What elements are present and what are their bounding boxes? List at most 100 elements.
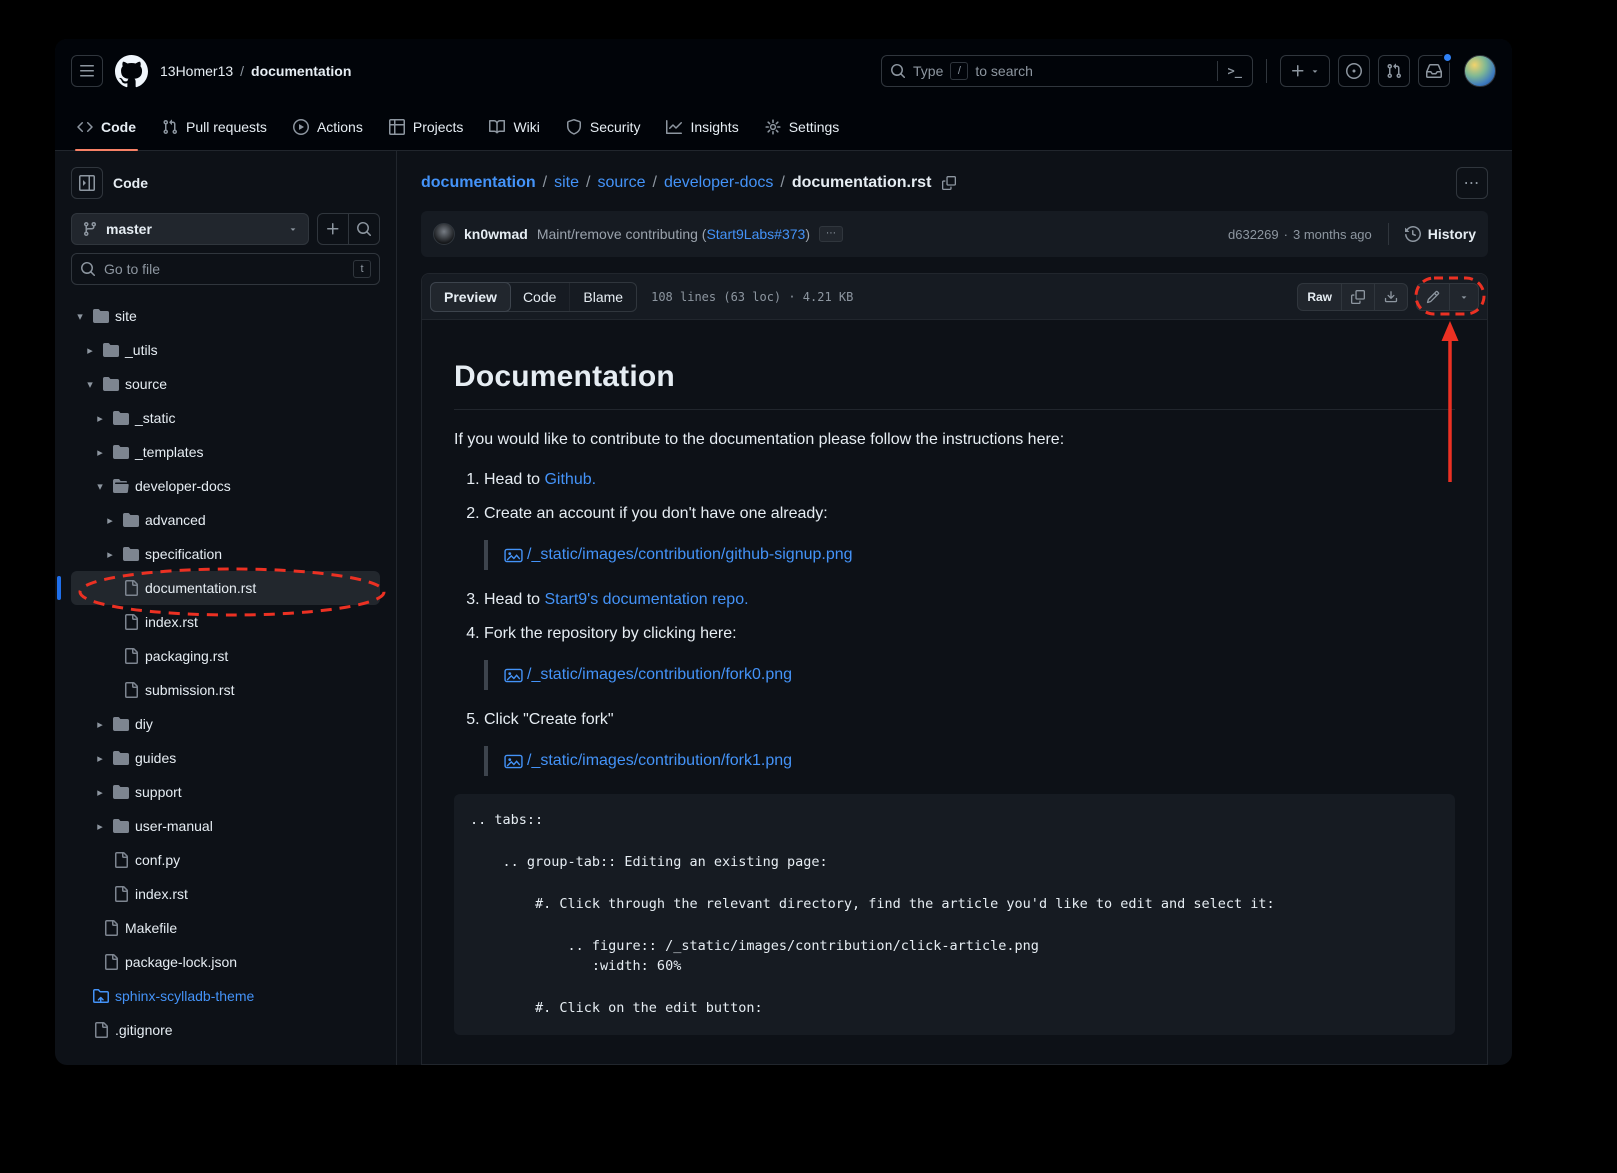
user-avatar[interactable] <box>1464 55 1496 87</box>
global-search-input[interactable]: Type / to search >_ <box>881 55 1253 87</box>
tab-actions[interactable]: Actions <box>283 103 373 150</box>
repo-nav-tabs: Code Pull requests Actions Projects Wiki… <box>55 103 1512 151</box>
broken-image-icon <box>504 754 523 769</box>
start9-docs-repo-link[interactable]: Start9's documentation repo. <box>544 591 748 608</box>
copy-icon <box>942 176 956 190</box>
tree-item-submission-rst[interactable]: submission.rst <box>71 673 380 707</box>
tree-item-guides[interactable]: ▸guides <box>71 741 380 775</box>
pull-requests-button[interactable] <box>1378 55 1410 87</box>
view-tab-code[interactable]: Code <box>510 283 569 311</box>
search-icon <box>80 261 96 277</box>
tree-item-site[interactable]: ▾site <box>71 299 380 333</box>
chevron-right-icon: ▸ <box>93 446 107 459</box>
file-options-kebab-button[interactable]: ⋯ <box>1456 167 1488 199</box>
github-link[interactable]: Github. <box>544 471 596 488</box>
file-meta-info: 108 lines (63 loc) · 4.21 KB <box>651 290 853 304</box>
tree-item-package-lock-json[interactable]: package-lock.json <box>71 945 380 979</box>
file-toolbar-actions: Raw <box>1297 283 1479 311</box>
tree-item-index-rst-source[interactable]: index.rst <box>71 877 380 911</box>
tree-item-advanced[interactable]: ▸advanced <box>71 503 380 537</box>
collapse-file-tree-button[interactable] <box>71 167 103 199</box>
chevron-right-icon: ▸ <box>93 752 107 765</box>
edit-file-button[interactable] <box>1416 283 1450 311</box>
file-path-row: documentation / site / source / develope… <box>421 167 1488 199</box>
folder-icon <box>123 546 139 562</box>
commit-author-avatar[interactable] <box>433 223 455 245</box>
kebab-icon: ⋯ <box>1464 173 1481 193</box>
copy-raw-button[interactable] <box>1341 283 1375 311</box>
create-new-button[interactable] <box>1280 55 1330 87</box>
tree-item-specification[interactable]: ▸specification <box>71 537 380 571</box>
copy-path-button[interactable] <box>942 176 956 190</box>
breadcrumb-site-link[interactable]: site <box>554 174 579 192</box>
go-to-file-input[interactable]: Go to file t <box>71 253 380 285</box>
tab-security[interactable]: Security <box>556 103 651 150</box>
tree-item-user-manual[interactable]: ▸user-manual <box>71 809 380 843</box>
git-pull-request-icon <box>1386 63 1402 79</box>
tree-item-utils[interactable]: ▸_utils <box>71 333 380 367</box>
chevron-right-icon: ▸ <box>103 514 117 527</box>
tree-item-documentation-rst[interactable]: documentation.rst <box>71 571 380 605</box>
tree-item-packaging-rst[interactable]: packaging.rst <box>71 639 380 673</box>
breadcrumb: documentation / site / source / develope… <box>421 174 956 192</box>
image-link[interactable]: /_static/images/contribution/fork0.png <box>527 663 792 687</box>
repo-link[interactable]: documentation <box>251 63 351 79</box>
tree-item-developer-docs[interactable]: ▾developer-docs <box>71 469 380 503</box>
header-actions: Type / to search >_ <box>881 55 1496 87</box>
breadcrumb-repo-link[interactable]: documentation <box>421 174 536 192</box>
tree-item-templates[interactable]: ▸_templates <box>71 435 380 469</box>
tab-wiki[interactable]: Wiki <box>479 103 549 150</box>
commit-pr-link[interactable]: Start9Labs#373 <box>706 226 805 242</box>
branch-selector[interactable]: master <box>71 213 309 245</box>
github-logo[interactable] <box>115 55 148 88</box>
image-link[interactable]: /_static/images/contribution/fork1.png <box>527 749 792 773</box>
add-file-button[interactable] <box>317 213 349 245</box>
tree-item-diy[interactable]: ▸diy <box>71 707 380 741</box>
hamburger-menu-button[interactable] <box>71 55 103 87</box>
commit-sha[interactable]: d632269 <box>1228 227 1279 242</box>
breadcrumb-separator: / <box>240 63 244 79</box>
raw-button[interactable]: Raw <box>1297 283 1342 311</box>
latest-commit-bar: kn0wmad Maint/remove contributing (Start… <box>421 211 1488 257</box>
download-icon <box>1384 290 1398 304</box>
instruction-list: Head to Github. Create an account if you… <box>454 468 1455 776</box>
breadcrumb-developer-docs-link[interactable]: developer-docs <box>664 174 773 192</box>
view-tab-blame[interactable]: Blame <box>569 283 636 311</box>
commit-author-link[interactable]: kn0wmad <box>464 226 528 242</box>
file-icon <box>93 1022 109 1038</box>
tab-code[interactable]: Code <box>67 103 146 150</box>
tab-pull-requests[interactable]: Pull requests <box>152 103 277 150</box>
tab-insights[interactable]: Insights <box>656 103 748 150</box>
file-icon <box>123 648 139 664</box>
raw-copy-download-group: Raw <box>1297 283 1408 311</box>
tab-settings[interactable]: Settings <box>755 103 850 150</box>
tree-item-sphinx-scylladb-theme[interactable]: sphinx-scylladb-theme <box>71 979 380 1013</box>
tree-item-makefile[interactable]: Makefile <box>71 911 380 945</box>
tree-item-source[interactable]: ▾source <box>71 367 380 401</box>
branch-name: master <box>106 221 280 237</box>
search-this-repository-button[interactable] <box>348 213 380 245</box>
main-layout: Code master Go to file t ▾site <box>55 151 1512 1065</box>
search-icon <box>890 63 906 79</box>
tree-item-support[interactable]: ▸support <box>71 775 380 809</box>
owner-link[interactable]: 13Homer13 <box>160 63 233 79</box>
image-link[interactable]: /_static/images/contribution/github-sign… <box>527 543 853 567</box>
tree-item-gitignore[interactable]: .gitignore <box>71 1013 380 1047</box>
tree-item-index-rst[interactable]: index.rst <box>71 605 380 639</box>
notifications-inbox-button[interactable] <box>1418 55 1450 87</box>
play-icon <box>293 119 309 135</box>
folder-icon <box>103 342 119 358</box>
edit-dropdown-button[interactable] <box>1449 283 1479 311</box>
issues-button[interactable] <box>1338 55 1370 87</box>
tree-item-conf-py[interactable]: conf.py <box>71 843 380 877</box>
tree-item-static[interactable]: ▸_static <box>71 401 380 435</box>
command-palette-icon[interactable]: >_ <box>1217 61 1244 81</box>
history-button[interactable]: History <box>1405 226 1476 242</box>
download-raw-button[interactable] <box>1374 283 1408 311</box>
view-tab-preview[interactable]: Preview <box>430 282 511 312</box>
search-icon <box>356 221 372 237</box>
tab-projects[interactable]: Projects <box>379 103 474 150</box>
folder-icon <box>113 444 129 460</box>
breadcrumb-source-link[interactable]: source <box>597 174 645 192</box>
commit-message-expand-button[interactable]: ⋯ <box>819 226 843 242</box>
